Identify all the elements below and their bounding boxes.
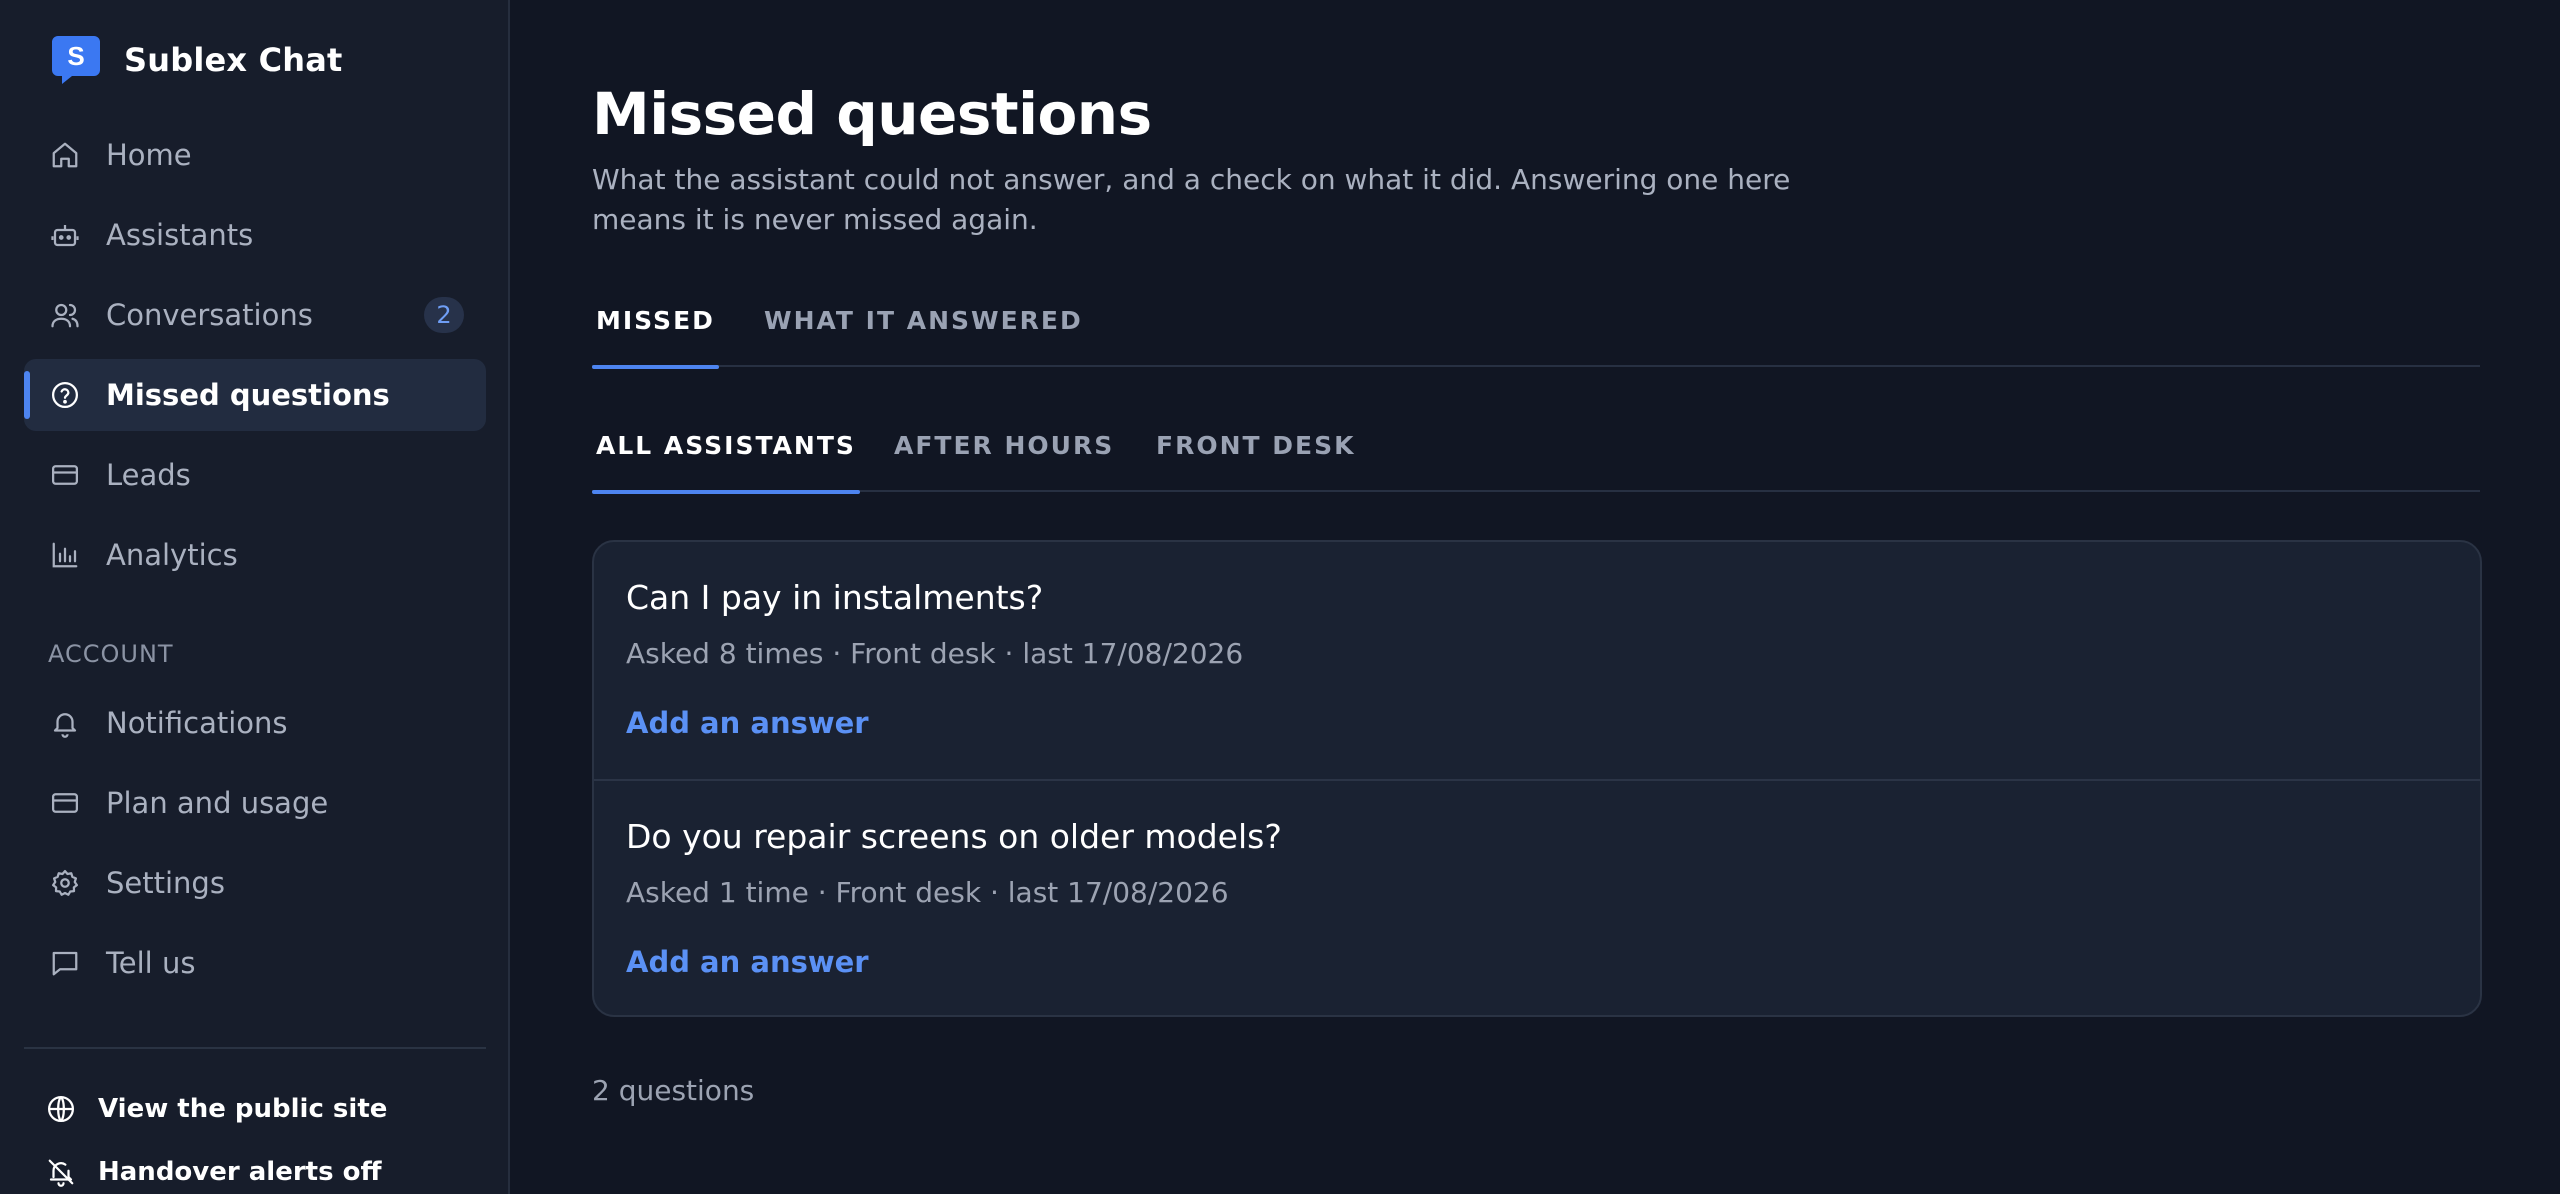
sidebar-item-label: Notifications — [106, 706, 288, 740]
assistant-filter-tabs: ALL ASSISTANTS AFTER HOURS FRONT DESK — [592, 420, 2480, 494]
question-title: Do you repair screens on older models? — [626, 817, 1282, 856]
sidebar-item-leads[interactable]: Leads — [24, 439, 486, 511]
sidebar-item-label: Analytics — [106, 538, 238, 572]
brand-name: Sublex Chat — [124, 41, 343, 79]
tab-all-assistants[interactable]: ALL ASSISTANTS — [592, 420, 860, 494]
add-answer-link[interactable]: Add an answer — [626, 706, 869, 740]
add-answer-link[interactable]: Add an answer — [626, 945, 869, 979]
brand[interactable]: S Sublex Chat — [50, 34, 343, 86]
page-title: Missed questions — [592, 80, 1152, 148]
sidebar: S Sublex Chat Home Assistants Conversati… — [0, 0, 510, 1194]
card-icon — [48, 458, 82, 492]
primary-tabs: MISSED WHAT IT ANSWERED — [592, 295, 2480, 369]
bar-chart-icon — [48, 538, 82, 572]
view-public-site-label: View the public site — [98, 1094, 388, 1124]
question-meta: Asked 8 times · Front desk · last 17/08/… — [626, 637, 1244, 670]
sidebar-item-settings[interactable]: Settings — [24, 847, 486, 919]
view-public-site-link[interactable]: View the public site — [44, 1089, 387, 1129]
question-count: 2 questions — [592, 1074, 755, 1107]
page-subtitle: What the assistant could not answer, and… — [592, 163, 1791, 236]
question-meta: Asked 1 time · Front desk · last 17/08/2… — [626, 876, 1229, 909]
card-icon — [48, 786, 82, 820]
question-title: Can I pay in instalments? — [626, 578, 1044, 617]
main-content: Missed questions What the assistant coul… — [592, 0, 2482, 1194]
tab-what-it-answered[interactable]: WHAT IT ANSWERED — [760, 295, 1087, 367]
sidebar-item-tell-us[interactable]: Tell us — [24, 927, 486, 999]
list-item: Do you repair screens on older models? A… — [594, 779, 2480, 1015]
list-item: Can I pay in instalments? Asked 8 times … — [594, 542, 2480, 779]
tab-front-desk[interactable]: FRONT DESK — [1152, 420, 1359, 492]
globe-icon — [44, 1092, 78, 1126]
sidebar-item-analytics[interactable]: Analytics — [24, 519, 486, 591]
sidebar-item-label: Conversations — [106, 298, 313, 332]
handover-alerts-label: Handover alerts off — [98, 1157, 382, 1187]
robot-icon — [48, 218, 82, 252]
account-section-label: ACCOUNT — [48, 640, 174, 668]
bell-off-icon — [44, 1155, 78, 1189]
handover-alerts-toggle[interactable]: Handover alerts off — [44, 1152, 382, 1192]
sidebar-item-assistants[interactable]: Assistants — [24, 199, 486, 271]
sidebar-item-label: Tell us — [106, 946, 196, 980]
users-icon — [48, 298, 82, 332]
conversations-count-badge: 2 — [424, 297, 464, 333]
missed-questions-list: Can I pay in instalments? Asked 8 times … — [592, 540, 2482, 1017]
sidebar-item-label: Settings — [106, 866, 225, 900]
tab-after-hours[interactable]: AFTER HOURS — [890, 420, 1118, 492]
sidebar-item-conversations[interactable]: Conversations 2 — [24, 279, 486, 351]
sidebar-item-label: Assistants — [106, 218, 254, 252]
sidebar-item-label: Leads — [106, 458, 191, 492]
sidebar-item-home[interactable]: Home — [24, 119, 486, 191]
help-circle-icon — [48, 378, 82, 412]
sidebar-item-label: Plan and usage — [106, 786, 329, 820]
message-icon — [48, 946, 82, 980]
sidebar-item-missed-questions[interactable]: Missed questions — [24, 359, 486, 431]
gear-icon — [48, 866, 82, 900]
bell-icon — [48, 706, 82, 740]
tab-missed[interactable]: MISSED — [592, 295, 719, 369]
sidebar-item-plan-and-usage[interactable]: Plan and usage — [24, 767, 486, 839]
home-icon — [48, 138, 82, 172]
sidebar-item-label: Home — [106, 138, 192, 172]
sidebar-item-notifications[interactable]: Notifications — [24, 687, 486, 759]
sidebar-item-label: Missed questions — [106, 378, 390, 412]
svg-text:S: S — [67, 41, 84, 71]
brand-logo-icon: S — [50, 34, 102, 86]
sidebar-divider — [24, 1047, 486, 1049]
